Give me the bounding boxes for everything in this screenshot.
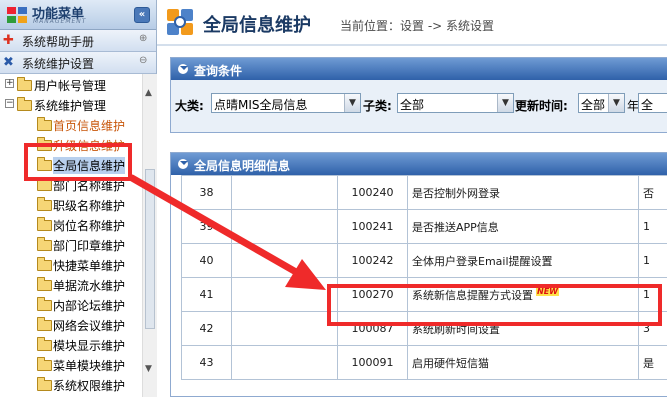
annotation-arrow-icon <box>128 174 326 290</box>
